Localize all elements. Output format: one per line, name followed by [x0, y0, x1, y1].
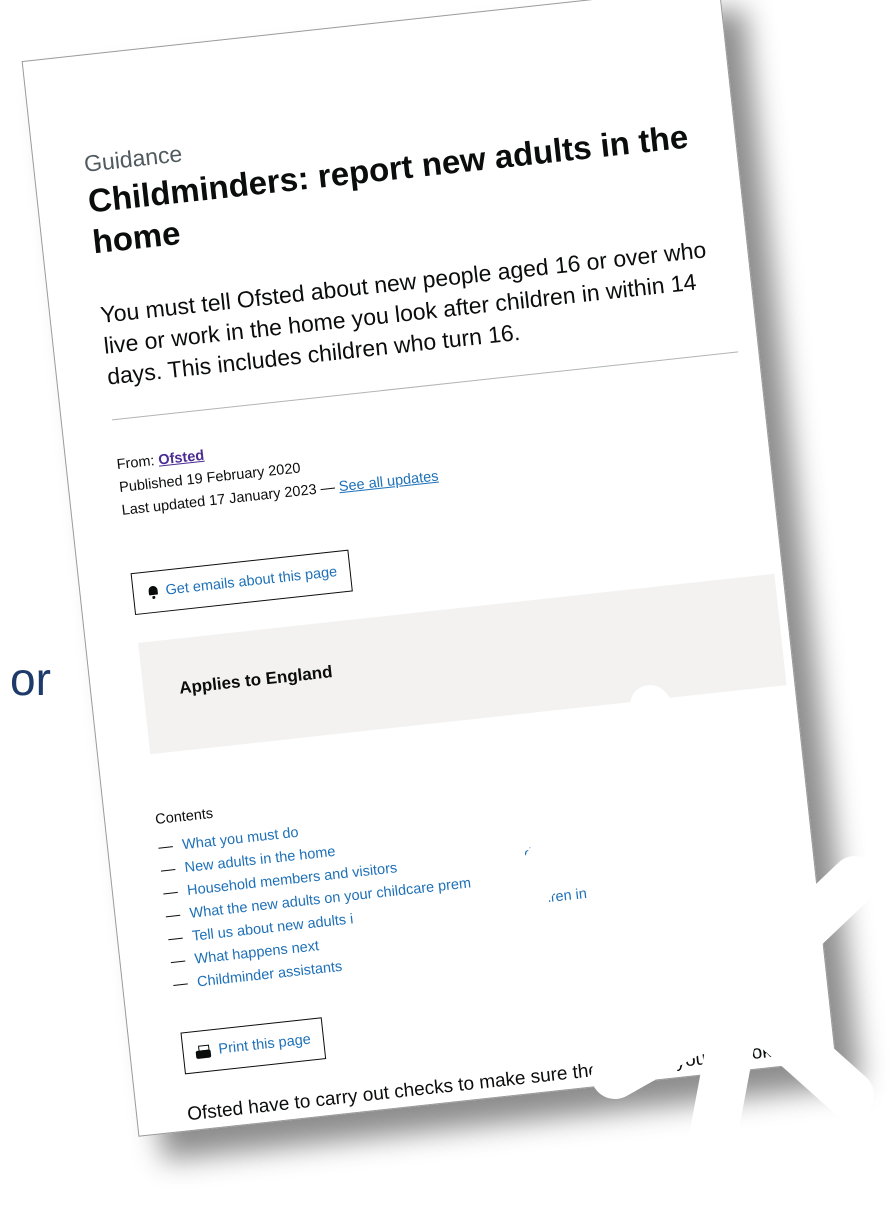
side-text-fragment: or [10, 653, 51, 705]
applies-to-label: Applies to England [178, 662, 334, 698]
get-emails-label: Get emails about this page [164, 564, 339, 599]
printer-icon [195, 1044, 211, 1059]
bell-icon [147, 585, 159, 599]
print-page-button[interactable]: Print this page [180, 1017, 326, 1075]
screenshot-stage: or Guidance Childminders: report new adu… [0, 0, 889, 1217]
print-page-label: Print this page [217, 1031, 312, 1058]
contents-heading: Contents [154, 805, 214, 829]
page-title: Childminders: report new adults in the h… [86, 117, 690, 261]
decorative-asterisk-logo [363, 685, 879, 1204]
page-lead: You must tell Ofsted about new people ag… [99, 236, 708, 390]
get-emails-button[interactable]: Get emails about this page [130, 549, 353, 616]
asterisk-strokes [363, 685, 879, 1204]
from-label: From: [115, 453, 156, 474]
organisation-link[interactable]: Ofsted [158, 448, 205, 469]
